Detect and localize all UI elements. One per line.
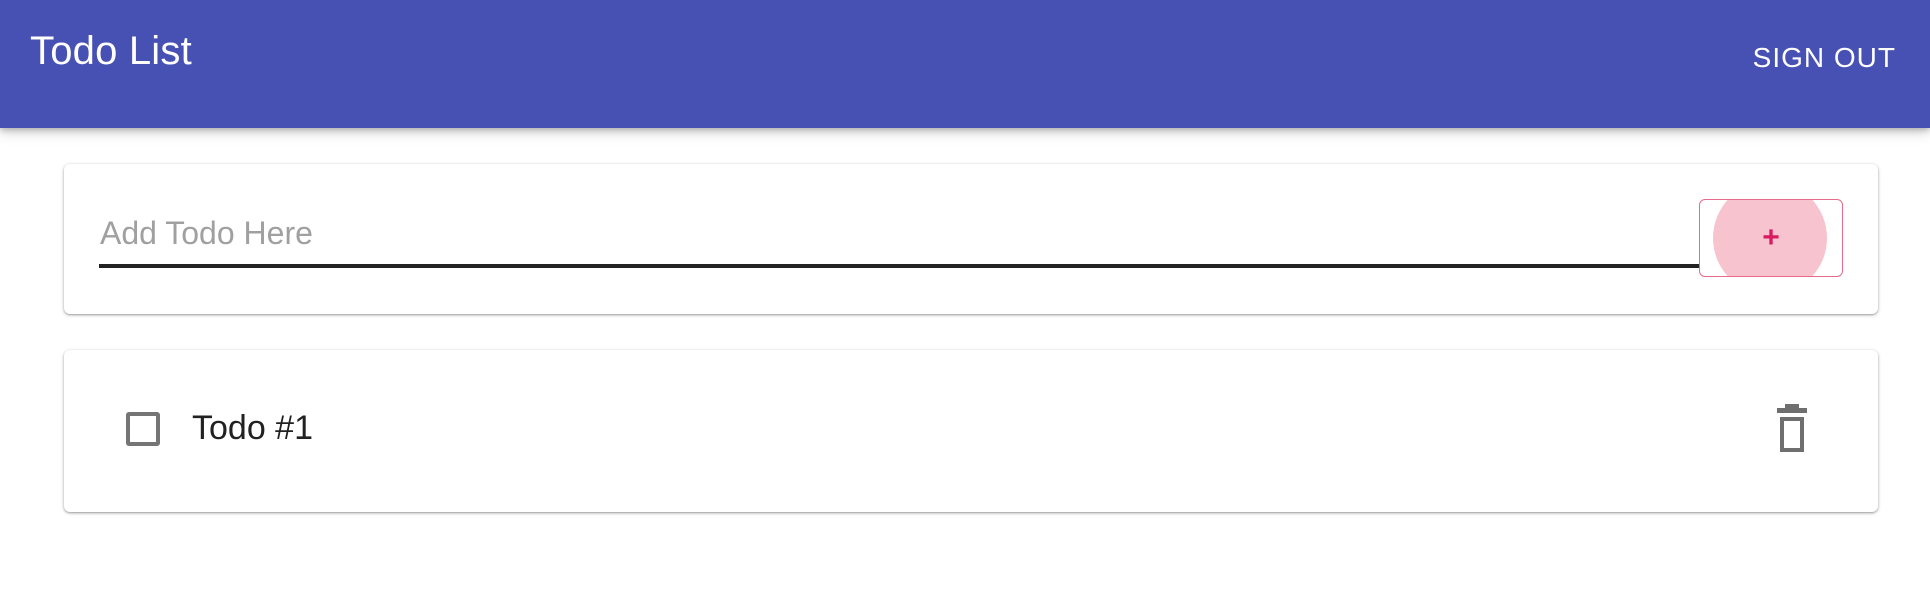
todo-label: Todo #1	[192, 409, 313, 447]
checkbox-blank-icon[interactable]	[126, 412, 160, 446]
todo-item: Todo #1	[64, 350, 1878, 512]
add-todo-input[interactable]	[100, 208, 1726, 258]
app-bar: Todo List SIGN OUT	[0, 0, 1930, 128]
delete-todo-button[interactable]	[1768, 400, 1816, 460]
sign-out-button[interactable]: SIGN OUT	[1753, 36, 1896, 80]
trash-icon	[1768, 400, 1816, 460]
app-title: Todo List	[30, 29, 192, 73]
plus-label: +	[1762, 221, 1780, 254]
add-todo-button[interactable]: +	[1699, 199, 1843, 277]
add-todo-card: +	[64, 164, 1878, 314]
todo-list-card: Todo #1	[64, 350, 1878, 512]
input-underline	[99, 264, 1727, 268]
